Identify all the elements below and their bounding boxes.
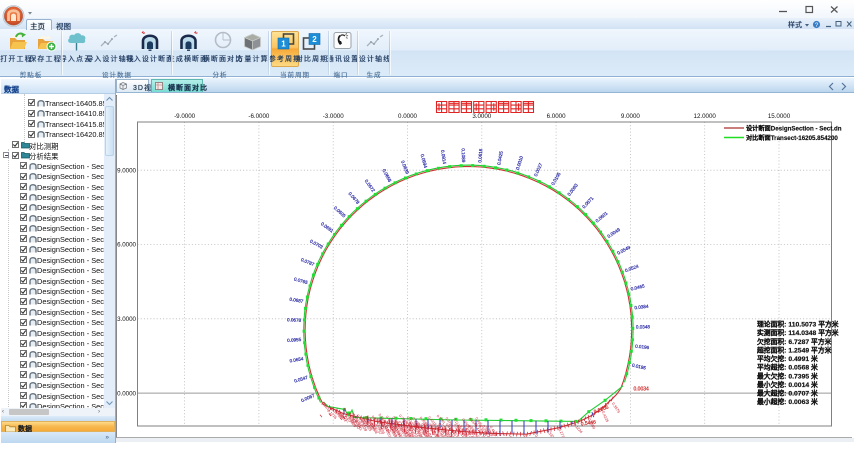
svg-text:0.0348: 0.0348 bbox=[636, 324, 651, 329]
svg-text:最大欠挖: 0.7395 米: 最大欠挖: 0.7395 米 bbox=[757, 371, 818, 380]
svg-text:0.0034: 0.0034 bbox=[634, 387, 650, 393]
svg-text:-9.0000: -9.0000 bbox=[174, 113, 196, 120]
svg-text:平均欠挖: 0.4991 米: 平均欠挖: 0.4991 米 bbox=[757, 354, 818, 363]
svg-text:0.1089: 0.1089 bbox=[461, 148, 467, 163]
svg-text:-6.0000: -6.0000 bbox=[248, 113, 270, 120]
svg-text:9.0000: 9.0000 bbox=[621, 113, 640, 120]
svg-text:12.0000: 12.0000 bbox=[694, 113, 717, 120]
svg-text:对比断面Transect-16205.854200: 对比断面Transect-16205.854200 bbox=[746, 134, 838, 142]
svg-text:0.0678: 0.0678 bbox=[287, 317, 302, 323]
svg-text:1: 1 bbox=[281, 40, 286, 49]
svg-text:理论面积: 110.5073 平方米: 理论面积: 110.5073 平方米 bbox=[757, 320, 839, 329]
svg-text:3.0000: 3.0000 bbox=[117, 316, 136, 323]
svg-text:平均超挖: 0.0568 米: 平均超挖: 0.0568 米 bbox=[757, 363, 818, 372]
svg-text:最小欠挖: 0.0014 米: 最小欠挖: 0.0014 米 bbox=[757, 380, 818, 389]
svg-text:欠挖面积: 6.7287 平方米: 欠挖面积: 6.7287 平方米 bbox=[757, 337, 832, 346]
svg-text:6.0000: 6.0000 bbox=[547, 113, 566, 120]
svg-text:2: 2 bbox=[312, 35, 317, 44]
svg-text:最大超挖: 0.0707 米: 最大超挖: 0.0707 米 bbox=[757, 389, 818, 398]
svg-text:3.0000: 3.0000 bbox=[472, 113, 491, 120]
svg-text:0.0000: 0.0000 bbox=[117, 390, 136, 397]
svg-text:15.0000: 15.0000 bbox=[768, 113, 791, 120]
svg-text:-3.0000: -3.0000 bbox=[323, 113, 345, 120]
svg-text:实测面积: 114.0348 平方米: 实测面积: 114.0348 平方米 bbox=[757, 328, 839, 337]
svg-text:6.0000: 6.0000 bbox=[117, 242, 136, 249]
svg-text:0.0000: 0.0000 bbox=[398, 113, 417, 120]
svg-text:9.0000: 9.0000 bbox=[117, 167, 136, 174]
svg-text:设计断面DesignSection - Sect.dn: 设计断面DesignSection - Sect.dn bbox=[746, 125, 842, 133]
svg-text:超挖面积: 1.2549 平方米: 超挖面积: 1.2549 平方米 bbox=[756, 345, 832, 354]
svg-text:0.0955: 0.0955 bbox=[287, 337, 302, 343]
svg-text:最小超挖: 0.0063 米: 最小超挖: 0.0063 米 bbox=[757, 397, 818, 406]
